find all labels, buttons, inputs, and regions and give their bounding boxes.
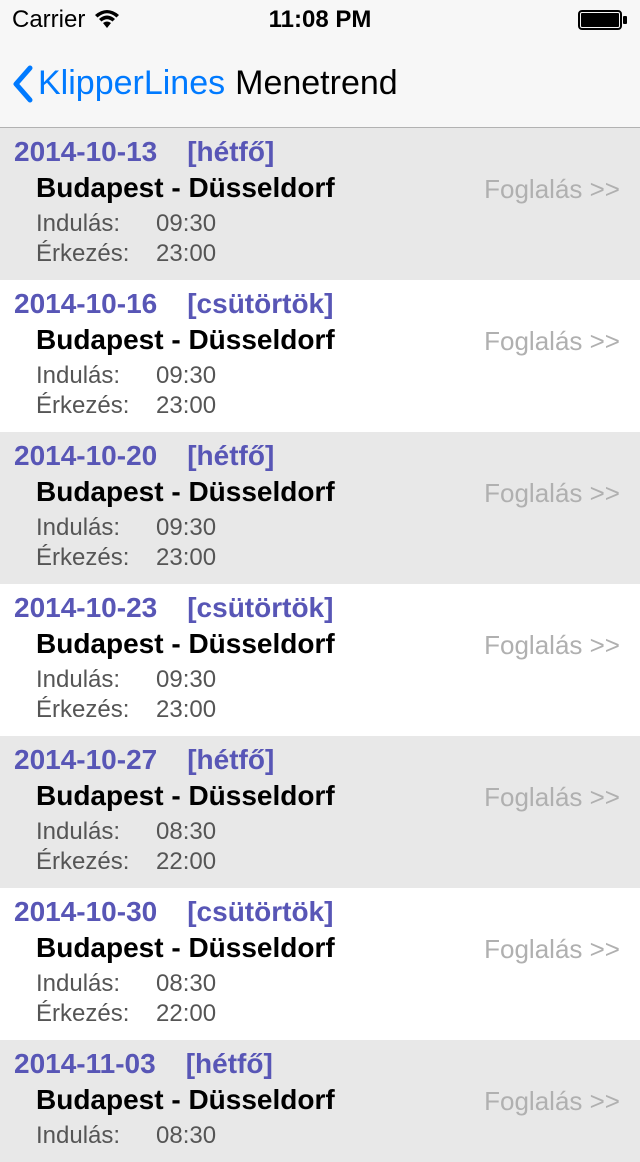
schedule-list[interactable]: 2014-10-13 [hétfő] Budapest - Düsseldorf… bbox=[0, 128, 640, 1162]
arrival-time: 23:00 bbox=[156, 696, 216, 724]
arrival-label: Érkezés: bbox=[36, 696, 132, 724]
row-day: [csütörtök] bbox=[187, 896, 333, 928]
arrival-time: 23:00 bbox=[156, 240, 216, 268]
row-date-line: 2014-10-16 [csütörtök] bbox=[14, 288, 626, 320]
row-departure: Indulás: 09:30 bbox=[14, 666, 626, 694]
departure-label: Indulás: bbox=[36, 1122, 132, 1150]
book-link[interactable]: Foglalás >> bbox=[484, 174, 620, 205]
row-day: [csütörtök] bbox=[187, 288, 333, 320]
arrival-time: 23:00 bbox=[156, 544, 216, 572]
row-date-line: 2014-10-23 [csütörtök] bbox=[14, 592, 626, 624]
row-date: 2014-10-20 bbox=[14, 440, 157, 472]
departure-label: Indulás: bbox=[36, 666, 132, 694]
schedule-row[interactable]: 2014-10-23 [csütörtök] Budapest - Düssel… bbox=[0, 584, 640, 736]
departure-time: 09:30 bbox=[156, 210, 216, 238]
row-arrival: Érkezés: 23:00 bbox=[14, 240, 626, 268]
book-link[interactable]: Foglalás >> bbox=[484, 934, 620, 965]
arrival-label: Érkezés: bbox=[36, 392, 132, 420]
row-date-line: 2014-10-20 [hétfő] bbox=[14, 440, 626, 472]
departure-time: 08:30 bbox=[156, 1122, 216, 1150]
row-departure: Indulás: 08:30 bbox=[14, 1122, 626, 1150]
row-departure: Indulás: 08:30 bbox=[14, 970, 626, 998]
row-date-line: 2014-10-13 [hétfő] bbox=[14, 136, 626, 168]
schedule-row[interactable]: 2014-11-03 [hétfő] Budapest - Düsseldorf… bbox=[0, 1040, 640, 1162]
nav-bar: KlipperLines Menetrend bbox=[0, 40, 640, 128]
row-day: [hétfő] bbox=[187, 744, 274, 776]
departure-time: 09:30 bbox=[156, 666, 216, 694]
row-arrival: Érkezés: 22:00 bbox=[14, 848, 626, 876]
book-link[interactable]: Foglalás >> bbox=[484, 630, 620, 661]
carrier-label: Carrier bbox=[12, 6, 85, 34]
schedule-row[interactable]: 2014-10-20 [hétfő] Budapest - Düsseldorf… bbox=[0, 432, 640, 584]
wifi-icon bbox=[93, 10, 121, 30]
back-button[interactable]: KlipperLines bbox=[10, 64, 225, 104]
row-date: 2014-10-30 bbox=[14, 896, 157, 928]
row-day: [hétfő] bbox=[186, 1048, 273, 1080]
row-arrival: Érkezés: 22:00 bbox=[14, 1000, 626, 1028]
departure-label: Indulás: bbox=[36, 362, 132, 390]
row-date-line: 2014-11-03 [hétfő] bbox=[14, 1048, 626, 1080]
row-departure: Indulás: 09:30 bbox=[14, 514, 626, 542]
row-arrival: Érkezés: 23:00 bbox=[14, 544, 626, 572]
row-day: [hétfő] bbox=[187, 136, 274, 168]
arrival-time: 23:00 bbox=[156, 392, 216, 420]
row-date: 2014-10-16 bbox=[14, 288, 157, 320]
row-departure: Indulás: 08:30 bbox=[14, 818, 626, 846]
schedule-row[interactable]: 2014-10-27 [hétfő] Budapest - Düsseldorf… bbox=[0, 736, 640, 888]
arrival-label: Érkezés: bbox=[36, 240, 132, 268]
arrival-label: Érkezés: bbox=[36, 848, 132, 876]
row-day: [csütörtök] bbox=[187, 592, 333, 624]
status-time: 11:08 PM bbox=[269, 6, 372, 34]
back-label: KlipperLines bbox=[38, 64, 225, 103]
row-date-line: 2014-10-27 [hétfő] bbox=[14, 744, 626, 776]
departure-label: Indulás: bbox=[36, 210, 132, 238]
schedule-row[interactable]: 2014-10-30 [csütörtök] Budapest - Düssel… bbox=[0, 888, 640, 1040]
status-left: Carrier bbox=[12, 6, 121, 34]
departure-time: 09:30 bbox=[156, 514, 216, 542]
book-link[interactable]: Foglalás >> bbox=[484, 326, 620, 357]
row-date: 2014-10-13 bbox=[14, 136, 157, 168]
row-departure: Indulás: 09:30 bbox=[14, 210, 626, 238]
row-departure: Indulás: 09:30 bbox=[14, 362, 626, 390]
departure-time: 08:30 bbox=[156, 970, 216, 998]
arrival-time: 22:00 bbox=[156, 848, 216, 876]
row-date: 2014-11-03 bbox=[14, 1048, 156, 1080]
arrival-label: Érkezés: bbox=[36, 1000, 132, 1028]
arrival-time: 22:00 bbox=[156, 1000, 216, 1028]
departure-label: Indulás: bbox=[36, 818, 132, 846]
page-title: Menetrend bbox=[235, 64, 398, 103]
row-arrival: Érkezés: 23:00 bbox=[14, 696, 626, 724]
book-link[interactable]: Foglalás >> bbox=[484, 478, 620, 509]
departure-label: Indulás: bbox=[36, 970, 132, 998]
row-arrival: Érkezés: 23:00 bbox=[14, 392, 626, 420]
row-date: 2014-10-27 bbox=[14, 744, 157, 776]
schedule-row[interactable]: 2014-10-13 [hétfő] Budapest - Düsseldorf… bbox=[0, 128, 640, 280]
book-link[interactable]: Foglalás >> bbox=[484, 1086, 620, 1117]
row-date-line: 2014-10-30 [csütörtök] bbox=[14, 896, 626, 928]
chevron-left-icon bbox=[10, 64, 36, 104]
departure-time: 09:30 bbox=[156, 362, 216, 390]
departure-time: 08:30 bbox=[156, 818, 216, 846]
book-link[interactable]: Foglalás >> bbox=[484, 782, 620, 813]
departure-label: Indulás: bbox=[36, 514, 132, 542]
row-date: 2014-10-23 bbox=[14, 592, 157, 624]
status-bar: Carrier 11:08 PM bbox=[0, 0, 640, 40]
battery-icon bbox=[578, 9, 628, 31]
row-day: [hétfő] bbox=[187, 440, 274, 472]
schedule-row[interactable]: 2014-10-16 [csütörtök] Budapest - Düssel… bbox=[0, 280, 640, 432]
arrival-label: Érkezés: bbox=[36, 544, 132, 572]
